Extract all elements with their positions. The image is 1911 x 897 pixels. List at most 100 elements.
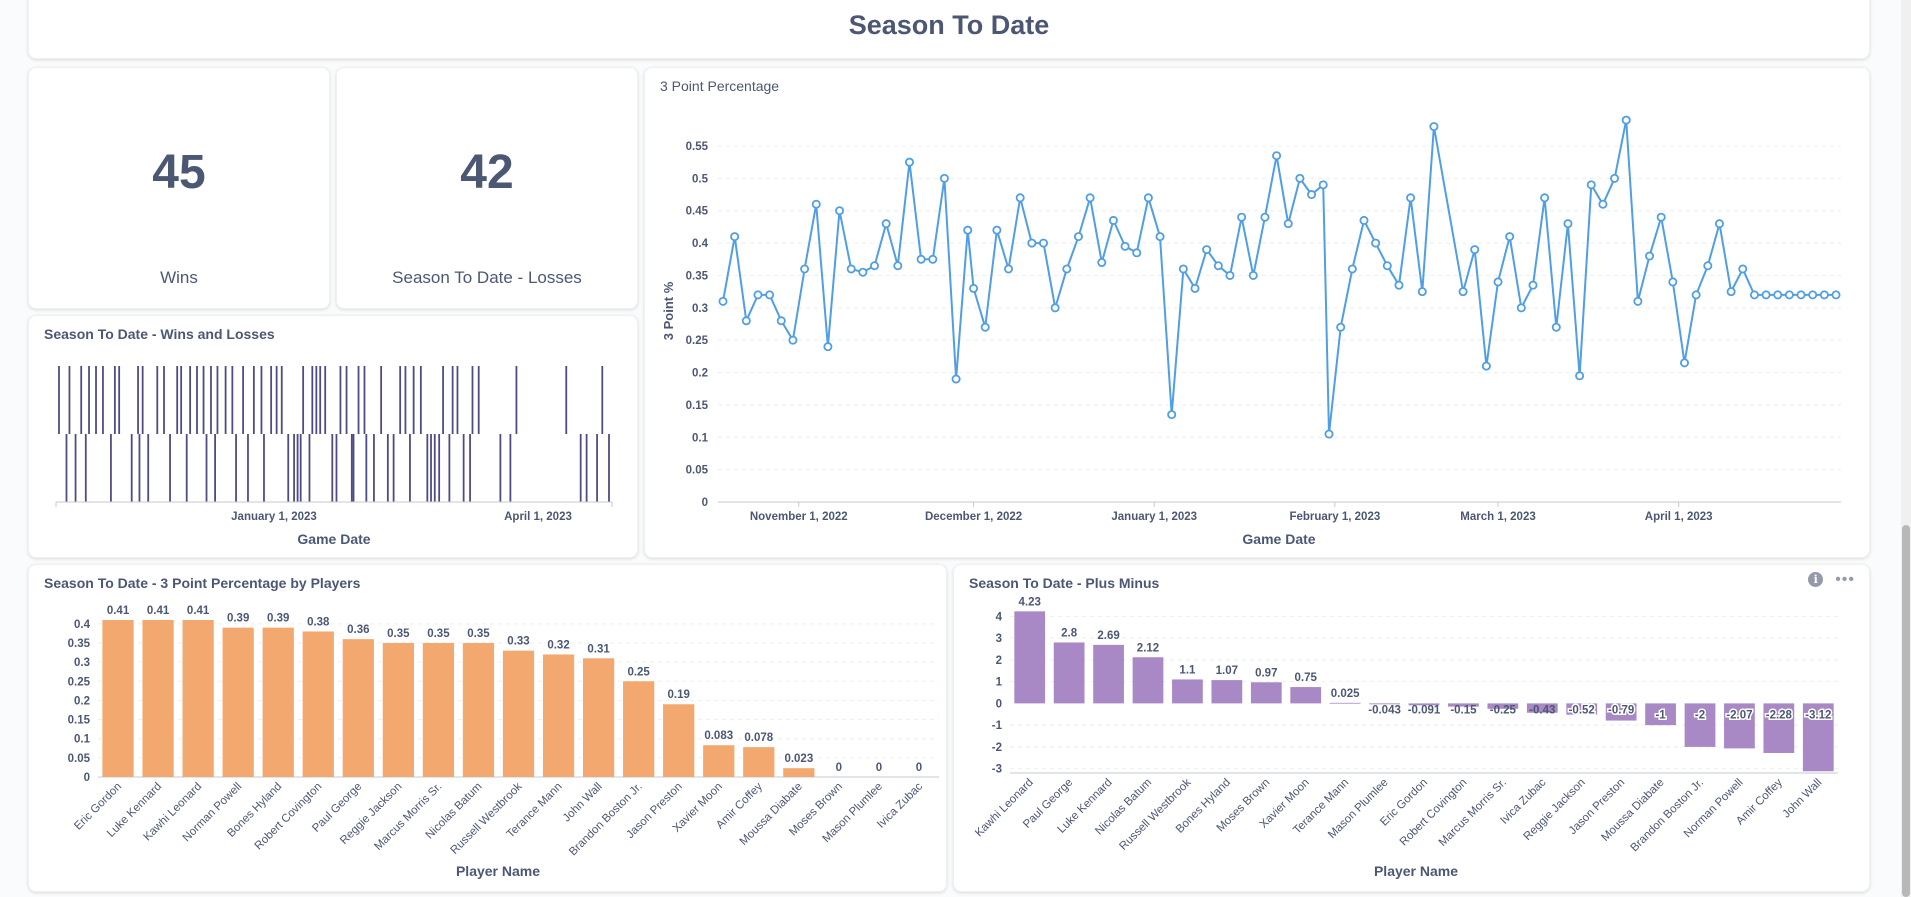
data-point <box>1283 219 1293 229</box>
data-point <box>765 290 775 300</box>
y-tick-label: 0.3 <box>692 303 708 315</box>
data-point <box>1272 151 1282 161</box>
series-line <box>722 119 1836 435</box>
data-point <box>1691 290 1701 300</box>
data-point <box>951 374 961 384</box>
data-point <box>1493 277 1503 287</box>
wl-tick-label: January 1, 2023 <box>231 511 317 523</box>
data-point <box>1295 173 1305 183</box>
data-point <box>741 316 751 326</box>
data-point <box>1015 193 1025 203</box>
data-point <box>1668 277 1678 287</box>
data-label: -2 <box>1695 709 1705 721</box>
bar <box>1132 657 1164 704</box>
bar <box>102 620 134 777</box>
data-point <box>893 261 903 271</box>
data-label: 0 <box>876 762 882 774</box>
bar <box>382 642 414 777</box>
players-3pt-chart: 00.050.10.150.20.250.30.350.4 0.41Eric G… <box>68 605 939 879</box>
data-point <box>1761 290 1771 300</box>
bar <box>1290 687 1322 704</box>
bar <box>462 642 495 777</box>
bar <box>182 620 214 777</box>
scrollbar-thumb[interactable] <box>1902 525 1910 897</box>
y-tick-label: 0.25 <box>686 335 709 347</box>
losses-card[interactable]: 42 Season To Date - Losses <box>336 67 638 309</box>
data-point <box>1575 371 1585 381</box>
data-label: 0.025 <box>1331 688 1360 700</box>
data-point <box>835 206 845 216</box>
three-point-line-card[interactable]: 3 Point Percentage 0 0.05 0.1 0.15 0.2 0.25 0.… <box>644 67 1870 558</box>
data-point <box>1318 180 1328 190</box>
players-3pt-card[interactable]: Season To Date - 3 Point Percentage by P… <box>28 564 947 892</box>
y-tick-label: 0.15 <box>68 715 91 727</box>
x-tick-label: Kawhi Leonard <box>973 777 1036 840</box>
y-tick-label: 0.4 <box>74 619 91 631</box>
bar <box>663 704 695 777</box>
y-tick-label: 2 <box>996 655 1002 667</box>
data-point <box>1819 290 1829 300</box>
data-label: 0 <box>836 762 842 774</box>
wl-tick-label: April 1, 2023 <box>504 511 572 523</box>
y-tick-label: 0.05 <box>686 465 709 477</box>
data-label: 0.38 <box>307 616 330 628</box>
wins-value: 45 <box>152 146 206 199</box>
data-point <box>1336 322 1346 332</box>
y-tick-label: 0.2 <box>74 695 90 707</box>
y-tick-label: -1 <box>992 720 1003 732</box>
bar <box>502 650 535 777</box>
line-x-axis-label: Game Date <box>1242 531 1315 547</box>
line-y-axis-label: 3 Point % <box>661 281 676 340</box>
data-point <box>1831 290 1841 300</box>
data-point <box>1190 283 1200 293</box>
y-tick-label: 3 <box>996 633 1002 645</box>
data-point <box>1563 219 1573 229</box>
data-point <box>1551 322 1561 332</box>
data-point <box>1598 199 1608 209</box>
plus-minus-card[interactable]: Season To Date - Plus Minus i ••• -3 -2 -1… <box>953 564 1870 892</box>
bar <box>623 681 655 777</box>
data-label: 0 <box>916 762 922 774</box>
bar <box>1250 682 1282 704</box>
data-label: 2.12 <box>1137 642 1159 654</box>
data-label: 0.39 <box>227 613 249 625</box>
data-label: 4.23 <box>1019 596 1041 608</box>
data-label: -0.25 <box>1490 704 1517 716</box>
data-point <box>858 267 868 277</box>
wins-losses-card[interactable]: Season To Date - Wins and Losses January… <box>28 315 638 558</box>
data-point <box>846 264 856 274</box>
data-label: -0.091 <box>1408 704 1441 716</box>
title-card: Season To Date <box>28 0 1870 59</box>
bar <box>1211 680 1243 704</box>
data-point <box>800 264 810 274</box>
data-label: 2.69 <box>1097 630 1119 642</box>
data-point <box>1679 358 1689 368</box>
data-label: 0.25 <box>627 666 650 678</box>
wins-card[interactable]: 45 Wins <box>28 67 330 309</box>
y-tick-label: 0.1 <box>74 734 91 746</box>
bar <box>703 745 735 777</box>
data-point <box>1213 261 1223 271</box>
data-point <box>718 296 728 306</box>
data-label: 0.41 <box>107 605 130 617</box>
data-label: 0.36 <box>347 624 369 636</box>
data-label: 1.1 <box>1179 664 1196 676</box>
y-tick-label: 0.15 <box>686 400 709 412</box>
wl-x-axis-label: Game Date <box>297 531 370 547</box>
data-point <box>1394 280 1404 290</box>
data-point <box>1225 270 1235 280</box>
data-point <box>1073 232 1083 242</box>
data-point <box>788 335 798 345</box>
data-point <box>1621 115 1631 125</box>
data-point <box>1528 280 1538 290</box>
data-point <box>916 254 926 264</box>
data-point <box>1406 193 1416 203</box>
data-point <box>1248 270 1258 280</box>
data-label: -0.52 <box>1569 704 1595 716</box>
y-tick-label: 0.3 <box>74 657 90 669</box>
scrollbar[interactable] <box>1901 0 1911 897</box>
bar <box>783 768 815 777</box>
y-tick-label: 0.45 <box>686 206 709 218</box>
data-point <box>992 225 1002 235</box>
data-point <box>1108 215 1118 225</box>
